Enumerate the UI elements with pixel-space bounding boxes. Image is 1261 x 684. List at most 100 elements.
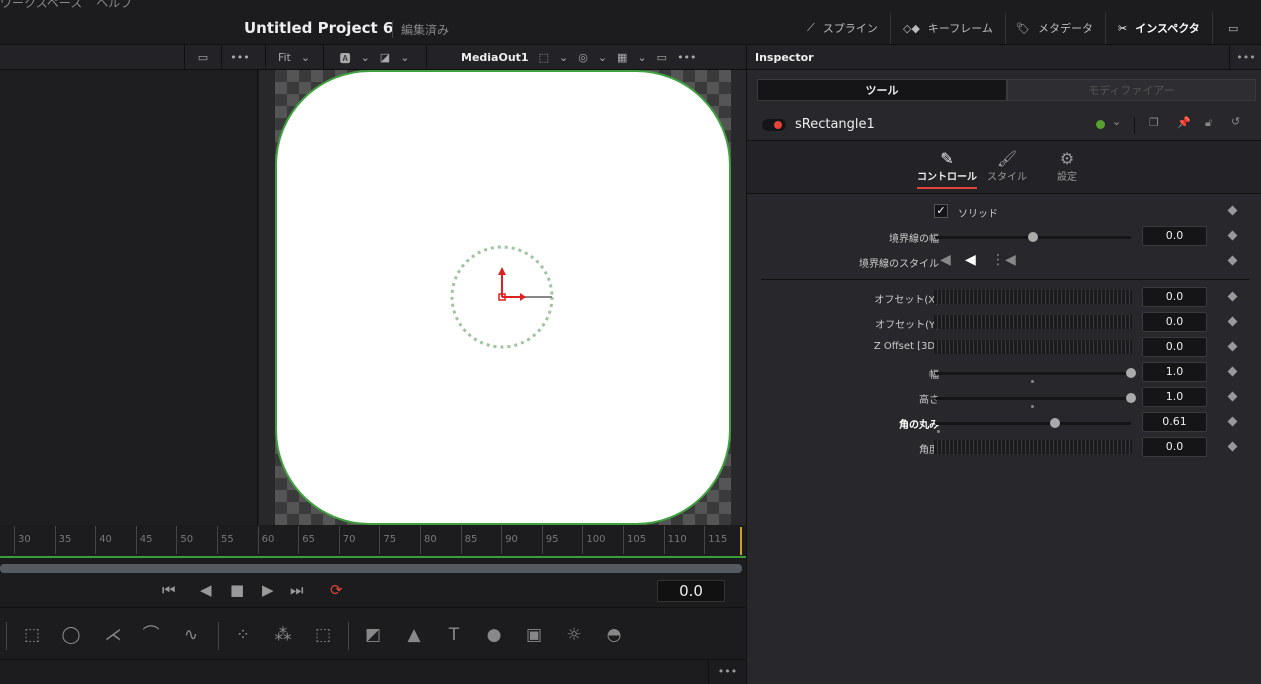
slider-knob[interactable] [1126, 393, 1136, 403]
image-plane-icon[interactable]: ◩ [360, 622, 386, 648]
ellipsis-icon[interactable]: ••• [708, 660, 746, 684]
particle-emitter-icon[interactable]: ⁘ [230, 622, 256, 648]
tab-tools[interactable]: ツール [757, 79, 1007, 101]
time-scrub-bar[interactable] [0, 564, 742, 573]
transform-gizmo[interactable] [450, 245, 560, 355]
keyframe-icon[interactable] [1227, 205, 1238, 216]
slider-knob[interactable] [1126, 368, 1136, 378]
rectangle-icon[interactable]: ▭ [657, 51, 667, 64]
param-value-field[interactable]: 0.0 [1142, 437, 1207, 457]
go-to-end-icon[interactable]: ⏭ [290, 581, 304, 599]
text-3d-icon[interactable]: T [441, 622, 467, 648]
tab-settings[interactable]: ⚙ 設定 [1037, 149, 1097, 183]
param-value-field[interactable]: 0.0 [1142, 287, 1207, 307]
param-dial[interactable] [934, 290, 1132, 304]
param-value-field[interactable]: 0.0 [1142, 312, 1207, 332]
slider-knob[interactable] [1028, 232, 1038, 242]
menu-help[interactable]: ヘルプ [96, 0, 132, 10]
node-enable-toggle[interactable] [762, 119, 786, 131]
play-reverse-icon[interactable]: ◀ [200, 581, 212, 599]
merge-3d-icon[interactable]: ● [481, 622, 507, 648]
param-dial[interactable] [934, 440, 1132, 454]
param-value-field[interactable]: 1.0 [1142, 362, 1207, 382]
go-to-start-icon[interactable]: ⏮ [162, 581, 176, 599]
tab-modifiers[interactable]: モディファイアー [1007, 79, 1256, 101]
param-value-field[interactable]: 0.0 [1142, 337, 1207, 357]
border-style-bevel-icon[interactable]: ◀ [940, 252, 951, 268]
param-dial[interactable] [934, 315, 1132, 329]
fullscreen-button[interactable]: ▭ [1216, 12, 1250, 44]
keyframe-icon[interactable] [1227, 416, 1238, 427]
ellipse-mask-icon[interactable]: ◯ [58, 622, 84, 648]
bspline-mask-icon[interactable]: ⌒ [138, 622, 164, 648]
tab-style[interactable]: 🖌︎ スタイル [977, 149, 1037, 183]
zoom-select[interactable]: Fit ⌄ [265, 45, 322, 70]
keyframe-icon[interactable] [1227, 255, 1238, 266]
particle-merge-icon[interactable]: ⬚ [310, 622, 336, 648]
color-icon[interactable]: ◎ [578, 51, 588, 64]
inspector-button[interactable]: ✂ インスペクタ [1106, 12, 1213, 44]
keyframe-icon[interactable] [1227, 316, 1238, 327]
transport-controls: ⏮ ◀ ■ ▶ ⏭ ⟳ 0.0 [0, 578, 746, 608]
param-slider[interactable] [935, 393, 1136, 403]
renderer-3d-icon[interactable]: ◓ [601, 622, 627, 648]
shape-3d-icon[interactable]: ▲ [401, 622, 427, 648]
camera-3d-icon[interactable]: ▣ [521, 622, 547, 648]
grid-icon[interactable]: ▦ [617, 51, 627, 64]
metadata-button[interactable]: 🏷 メタデータ [1004, 12, 1106, 44]
chevron-down-icon[interactable]: ⌄ [598, 51, 607, 64]
param-dial[interactable] [934, 340, 1132, 354]
param-value-field[interactable]: 1.0 [1142, 387, 1207, 407]
chevron-down-icon[interactable]: ⌄ [559, 51, 568, 64]
single-view-button[interactable]: ▭ [184, 45, 221, 70]
keyframe-button[interactable]: ◇◆ キーフレーム [891, 12, 1006, 44]
ellipsis-icon[interactable]: ••• [1229, 45, 1261, 70]
border-style-round-icon[interactable]: ◀ [965, 252, 976, 268]
ellipsis-icon[interactable]: ••• [677, 51, 696, 64]
light-icon[interactable]: ☼ [561, 622, 587, 648]
roi-icon[interactable]: ⬚ [539, 51, 549, 64]
more-options-button[interactable]: ••• [221, 45, 258, 70]
view-options[interactable]: 🅰 ⌄ ◪ ⌄ [323, 45, 425, 70]
slider-knob[interactable] [1049, 418, 1060, 428]
lock-icon[interactable]: 🔓︎ [1205, 116, 1212, 130]
param-value-field[interactable]: 0.61 [1142, 412, 1207, 432]
tab-controls[interactable]: ✎ コントロール [917, 149, 977, 189]
border-style-miter-icon[interactable]: ⋮◀ [991, 252, 1016, 268]
ruler-tick: 115 [704, 526, 727, 554]
viewer-canvas[interactable] [275, 70, 731, 525]
ruler-tick: 65 [298, 526, 315, 554]
keyframe-icon[interactable] [1227, 230, 1238, 241]
param-slider[interactable] [935, 418, 1131, 428]
viewer[interactable] [259, 70, 746, 525]
keyframe-icon: ◇◆ [903, 21, 920, 35]
keyframe-icon[interactable] [1227, 291, 1238, 302]
param-slider[interactable] [935, 368, 1136, 378]
rectangle-mask-icon[interactable]: ⬚ [19, 622, 45, 648]
reset-icon[interactable]: ↺ [1231, 115, 1240, 128]
play-icon[interactable]: ▶ [262, 581, 274, 599]
loop-icon[interactable]: ⟳ [330, 581, 343, 599]
playhead[interactable] [740, 527, 742, 555]
keyframe-icon[interactable] [1227, 441, 1238, 452]
polygon-mask-icon[interactable]: ⋌ [100, 622, 126, 648]
stop-icon[interactable]: ■ [230, 581, 244, 599]
keyframe-icon[interactable] [1227, 391, 1238, 402]
solid-checkbox[interactable]: ✓ [934, 204, 948, 218]
timecode-field[interactable]: 0.0 [657, 580, 725, 602]
particle-render-icon[interactable]: ⁂ [270, 622, 296, 648]
paint-mask-icon[interactable]: ∿ [178, 622, 204, 648]
menu-workspace[interactable]: ワークスペース [0, 0, 82, 10]
pin-icon[interactable]: 📌 [1177, 116, 1191, 129]
spline-button[interactable]: ⟋ スプライン [795, 12, 891, 44]
node-color-dot[interactable] [1096, 120, 1105, 129]
ruler-tick: 70 [338, 526, 356, 554]
keyframe-icon[interactable] [1227, 341, 1238, 352]
chevron-down-icon[interactable]: ⌄ [637, 51, 646, 64]
timeline-ruler[interactable]: 30 35 40 45 50 55 60 65 70 75 80 85 90 95 100 105 110 115 [0, 526, 746, 558]
keyframe-icon[interactable] [1227, 366, 1238, 377]
versions-icon[interactable]: ❐ [1149, 116, 1159, 129]
border-width-slider[interactable] [935, 232, 1131, 242]
chevron-down-icon[interactable]: ⌄ [1112, 115, 1121, 128]
border-width-field[interactable]: 0.0 [1142, 226, 1207, 246]
